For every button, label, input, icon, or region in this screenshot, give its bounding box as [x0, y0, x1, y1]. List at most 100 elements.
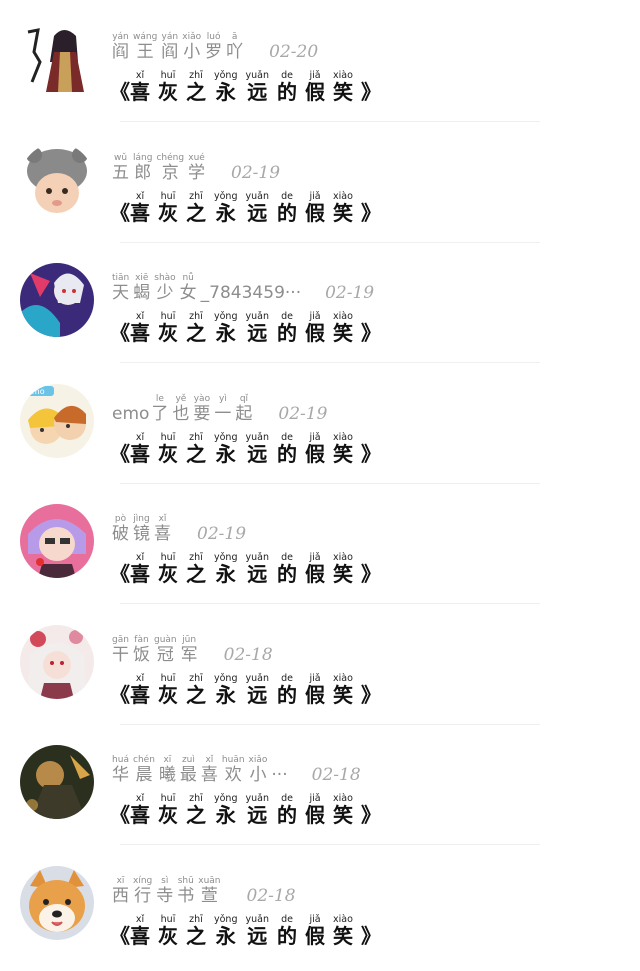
hanzi: 之 [186, 562, 206, 586]
user-avatar[interactable] [20, 745, 94, 819]
pinyin: jūn [182, 634, 197, 645]
user-avatar[interactable] [20, 22, 94, 96]
pinyin: yǒng [214, 190, 238, 202]
comment-char: zhī 之 [186, 794, 206, 827]
username-char: chén 晨 [133, 755, 155, 785]
pinyin: yuǎn [245, 672, 270, 684]
username-char: xǐ 喜 [201, 755, 218, 785]
hanzi: 假 [305, 682, 325, 707]
hanzi: 永 [215, 80, 236, 104]
hanzi: 笑 [333, 321, 353, 345]
comment-row[interactable]: gān 干 fàn 饭 guàn 冠 jūn 军 02-18 《 xǐ 喜 huī 灰 zhī 之 yǒng 永 y… [0, 605, 640, 725]
comment-char: huī 灰 [158, 312, 178, 345]
username[interactable]: pò 破 jìng 镜 xǐ 喜 [112, 514, 175, 544]
hanzi: 的 [277, 562, 297, 586]
username-char: shào 少 [154, 273, 175, 303]
comment-row[interactable]: pò 破 jìng 镜 xǐ 喜 02-19 《 xǐ 喜 huī 灰 zhī 之 yǒng 永 yuǎn 远 de… [0, 484, 640, 604]
comment-char: de 的 [277, 191, 297, 224]
comment-char: jiǎ 假 [305, 312, 325, 345]
pinyin: zhī [189, 190, 203, 202]
hanzi: 永 [215, 682, 236, 707]
pinyin: tiān [112, 273, 130, 283]
username-char: guàn 冠 [154, 635, 177, 665]
user-avatar[interactable] [20, 865, 94, 940]
user-avatar[interactable] [20, 504, 94, 578]
pinyin: pò [114, 514, 127, 524]
username[interactable]: huá 华 chén 晨 xī 曦 zuì 最 xǐ 喜 huān 欢 xiǎo 小 ··· [112, 755, 290, 785]
hanzi: 喜 [130, 80, 150, 104]
hanzi: 萱 [200, 885, 218, 906]
username[interactable]: xī 西 xíng 行 sì 寺 shū 书 xuān 萱 [112, 876, 225, 906]
comment-char: xiào 笑 [333, 673, 353, 706]
user-avatar[interactable]: emo [20, 383, 94, 458]
comment-date: 02-19 [231, 162, 281, 183]
comment-char: yǒng 永 [214, 312, 238, 345]
username-char: xī 曦 [159, 755, 176, 785]
username[interactable]: tiān 天 xiē 蝎 shào 少 nǚ 女 _7843459··· [112, 273, 303, 303]
user-avatar[interactable] [20, 624, 94, 699]
comment-char: yuǎn 远 [246, 553, 270, 586]
username-char: qǐ 起 [235, 394, 252, 424]
comment-char: de 的 [277, 913, 297, 947]
username-char: ā吖 [226, 32, 243, 62]
pinyin: zhī [189, 431, 203, 443]
user-avatar[interactable] [20, 142, 94, 217]
comment-char: de 的 [277, 432, 297, 466]
username[interactable]: yán 阎 wáng 王 yán 阎 xiǎo 小 luó 罗 ā 吖 [112, 32, 247, 62]
comment-char: huī 灰 [158, 431, 178, 465]
pinyin: huī [160, 431, 176, 443]
comment-text: 《 xǐ 喜 huī 灰 zhī 之 yǒng 永 yuǎn 远 de 的 jiǎ 假 xiào 笑》 [110, 672, 580, 707]
username-char: pò 破 [112, 514, 129, 544]
hanzi: 喜 [200, 765, 218, 785]
open-bracket: 《 [110, 682, 130, 707]
username[interactable]: wǔ 五 láng 郎 chéng 京 xué 学 [112, 153, 209, 183]
comment-char: yuǎn 远 [246, 191, 270, 224]
hanzi: 了 [151, 403, 169, 424]
hanzi: 起 [235, 403, 253, 424]
pinyin: chén [133, 755, 155, 765]
comment-row[interactable]: wǔ 五 láng 郎 chéng 京 xué 学 02-19 《 xǐ 喜 huī 灰 zhī 之 yǒng 永… [0, 123, 640, 243]
comment-row[interactable]: tiān 天 xiē 蝎 shào 少 nǚ 女 _7843459··· 02-19 《 xǐ 喜 huī… [0, 243, 640, 363]
pinyin: zuì [181, 755, 195, 765]
pinyin: xǐ [135, 190, 145, 202]
username-char: luó 罗 [205, 32, 222, 62]
hanzi: 永 [215, 923, 236, 948]
comment-row[interactable]: xī 西 xíng 行 sì 寺 shū 书 xuān 萱 02-18 《 xǐ 喜 huī 灰 zhī 之 yǒn… [0, 846, 640, 966]
comment-char: yuǎn 远 [245, 672, 270, 706]
close-bracket: 》 [361, 923, 381, 948]
comment-row[interactable]: yán 阎 wáng 王 yán 阎 xiǎo 小 luó 罗 ā 吖 02-20 《 xǐ 喜 huī 灰 zhī… [0, 2, 640, 122]
hanzi: 的 [277, 441, 297, 466]
pinyin: huī [160, 672, 176, 684]
hanzi: 喜 [130, 923, 150, 948]
pinyin: jiǎ [309, 190, 321, 202]
pinyin: jiǎ [309, 431, 321, 443]
comment-char: yuǎn 远 [246, 914, 270, 947]
comment-row[interactable]: emo emo le 了 yě 也 yào 要 yì 一 qǐ 起 02-19 《 xǐ 喜 huī 灰 zhī 之 y… [0, 364, 640, 484]
pinyin: huān [221, 755, 245, 765]
hanzi: 喜 [154, 524, 171, 544]
user-avatar[interactable] [20, 263, 94, 337]
pinyin: yào [193, 393, 211, 404]
pinyin: huá [112, 755, 129, 765]
comment-date: 02-19 [325, 283, 375, 303]
hanzi: 小 [183, 42, 201, 62]
pinyin: láng [133, 152, 153, 163]
pinyin: de [281, 913, 293, 925]
hanzi: 破 [112, 524, 129, 544]
pinyin: sì [161, 875, 169, 886]
hanzi: 远 [247, 321, 268, 345]
comment-char: yǒng 永 [214, 432, 238, 465]
username[interactable]: gān 干 fàn 饭 guàn 冠 jūn 军 [112, 635, 202, 665]
hanzi: 天 [112, 283, 130, 303]
pinyin: yǒng [214, 913, 238, 925]
hanzi: 女 [179, 283, 197, 303]
comment-char: de 的 [277, 794, 297, 827]
hanzi: 阎 [161, 42, 179, 62]
comment-row[interactable]: huá 华 chén 晨 xī 曦 zuì 最 xǐ 喜 huān 欢 xiǎo 小 ··· 02-18 《 xǐ… [0, 725, 640, 845]
username-char: xǐ 喜 [154, 514, 171, 544]
comment-date: 02-20 [269, 42, 319, 62]
comment-meta: wǔ 五 láng 郎 chéng 京 xué 学 02-19 [112, 153, 582, 185]
pinyin: xíng [133, 875, 153, 886]
hanzi: 永 [215, 321, 236, 345]
username[interactable]: emo le 了 yě 也 yào 要 yì 一 qǐ 起 [112, 394, 256, 424]
